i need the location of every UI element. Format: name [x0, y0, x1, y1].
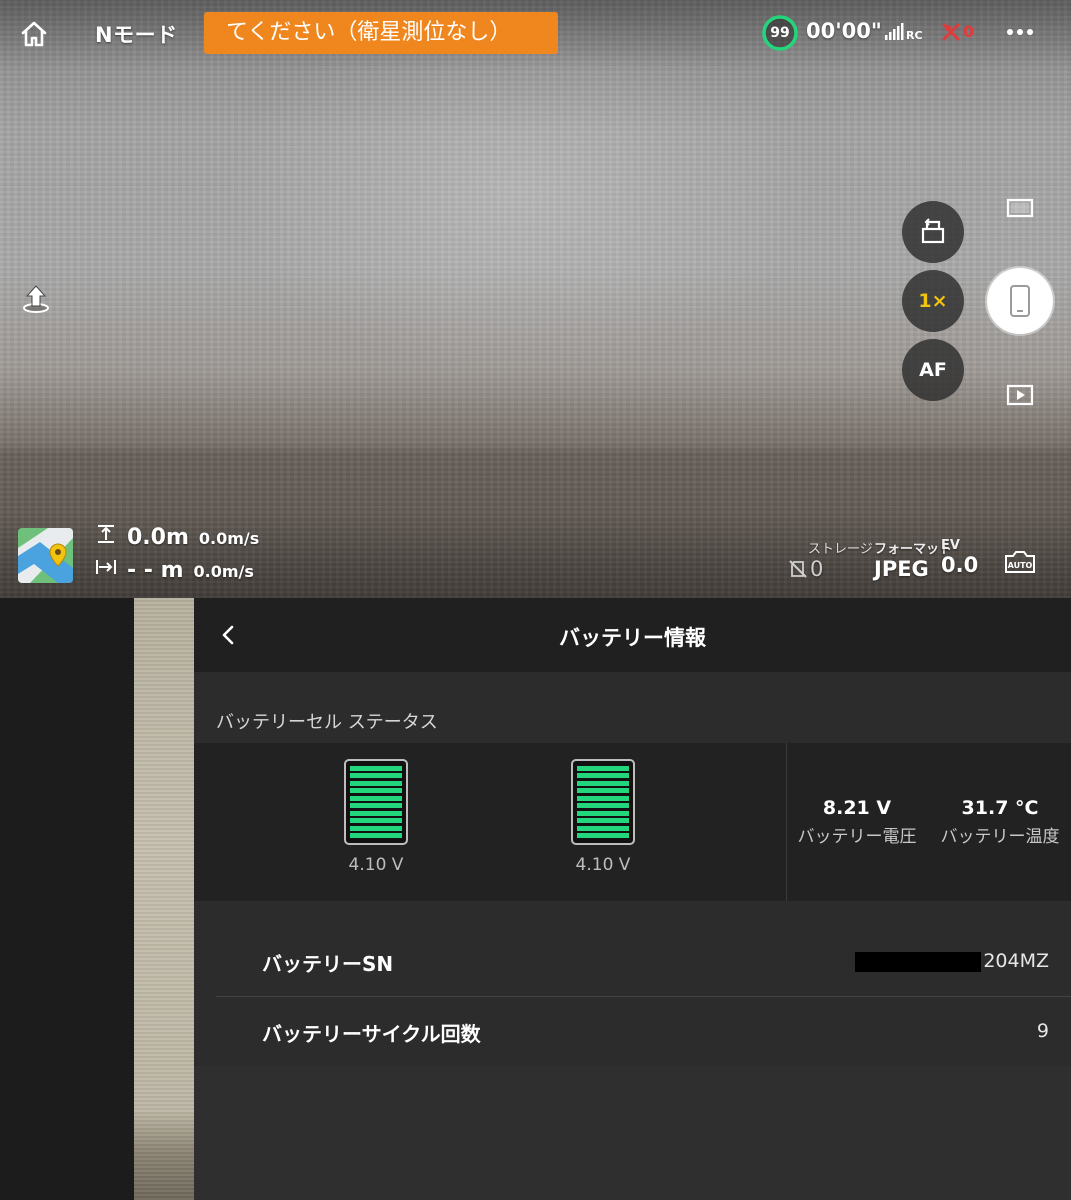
battery-temperature-label: バッテリー温度: [940, 827, 1060, 847]
storage-value: 0: [810, 557, 824, 581]
storage-indicator[interactable]: ストレージ 0: [788, 538, 873, 581]
svg-text:RC: RC: [906, 29, 923, 42]
battery-voltage-value: 8.21 V: [822, 797, 892, 819]
status-warning-banner[interactable]: てください（衛星測位なし）: [204, 12, 558, 54]
battery-cycle-value: 9: [1036, 1020, 1049, 1042]
horizontal-speed: 0.0m/s: [193, 562, 254, 581]
more-icon[interactable]: [1004, 22, 1036, 42]
panel-empty-area: [194, 1066, 1071, 1200]
page-title: バッテリー情報: [559, 626, 706, 650]
camera-preview-strip: [134, 598, 194, 1200]
battery-cycle-row: バッテリーサイクル回数 9: [216, 996, 1071, 1066]
ev-label: EV: [941, 538, 960, 553]
flight-time: 00'00": [806, 19, 882, 43]
redaction-bar: [855, 952, 981, 972]
gps-count: 0: [963, 22, 975, 41]
battery-cells-area: 4.10 V 4.10 V 8.21 V バッテリー電圧 31.7 °C バッテ…: [194, 743, 1071, 901]
svg-text:AUTO: AUTO: [1008, 561, 1033, 570]
battery-serial-row: バッテリーSN 204MZ: [216, 926, 1071, 997]
height-icon: [98, 525, 114, 543]
battery-voltage-label: バッテリー電圧: [797, 827, 917, 847]
flight-mode-label[interactable]: Nモード: [95, 19, 178, 49]
ev-value: 0.0: [941, 553, 979, 577]
zoom-button[interactable]: 1×: [902, 270, 964, 332]
shutter-button[interactable]: [987, 268, 1053, 334]
map-thumbnail[interactable]: [18, 528, 73, 583]
panel-header: バッテリー情報: [194, 598, 1071, 672]
battery-cell-icon: [344, 759, 408, 845]
battery-info-panel: バッテリー情報 バッテリーセル ステータス 4.10 V 4.10 V 8.21…: [194, 598, 1071, 1200]
focus-mode-button[interactable]: AF: [902, 339, 964, 401]
battery-temperature-stat: 31.7 °C バッテリー温度: [930, 797, 1070, 847]
left-background: [0, 598, 134, 1200]
distance-icon: [96, 560, 116, 574]
battery-cell: 4.10 V: [336, 759, 416, 875]
height-value: 0.0m: [127, 525, 189, 550]
camera-view[interactable]: Nモード てください（衛星測位なし） 99 00'00" RC 0 1× AF …: [0, 0, 1071, 598]
battery-percent: 99: [770, 25, 790, 41]
switch-camera-icon: [921, 218, 945, 244]
battery-serial-value: 204MZ: [983, 950, 1049, 972]
battery-cycle-label: バッテリーサイクル回数: [262, 1022, 481, 1046]
battery-voltage-stat: 8.21 V バッテリー電圧: [787, 797, 927, 847]
no-sd-card-icon: [789, 560, 807, 578]
distance-readout: - - m 0.0m/s: [95, 557, 254, 583]
cell-voltage: 4.10 V: [575, 855, 631, 875]
storage-label: ストレージ: [808, 542, 873, 557]
battery-serial-label: バッテリーSN: [262, 952, 394, 976]
distance-value: - - m: [127, 558, 184, 583]
height-readout: 0.0m 0.0m/s: [95, 524, 259, 550]
gps-satellite-icon[interactable]: 0: [940, 20, 976, 44]
return-to-home-icon[interactable]: [20, 282, 52, 314]
camera-switch-button[interactable]: [902, 201, 964, 263]
home-icon[interactable]: [18, 18, 50, 50]
phone-icon: [1010, 285, 1030, 317]
aircraft-battery-indicator[interactable]: 99: [761, 14, 799, 52]
playback-icon[interactable]: [1005, 384, 1035, 406]
battery-cell: 4.10 V: [563, 759, 643, 875]
vertical-speed: 0.0m/s: [198, 529, 260, 548]
battery-temperature-value: 31.7 °C: [961, 797, 1039, 819]
auto-exposure-icon[interactable]: AUTO: [1003, 548, 1037, 576]
ev-indicator[interactable]: EV 0.0: [941, 538, 978, 577]
cell-status-section-label: バッテリーセル ステータス: [216, 712, 438, 733]
cell-voltage: 4.10 V: [348, 855, 404, 875]
battery-cell-icon: [571, 759, 635, 845]
rc-signal-icon[interactable]: RC: [884, 20, 928, 44]
map-icon: [18, 528, 73, 583]
photo-mode-icon[interactable]: [1005, 196, 1035, 220]
